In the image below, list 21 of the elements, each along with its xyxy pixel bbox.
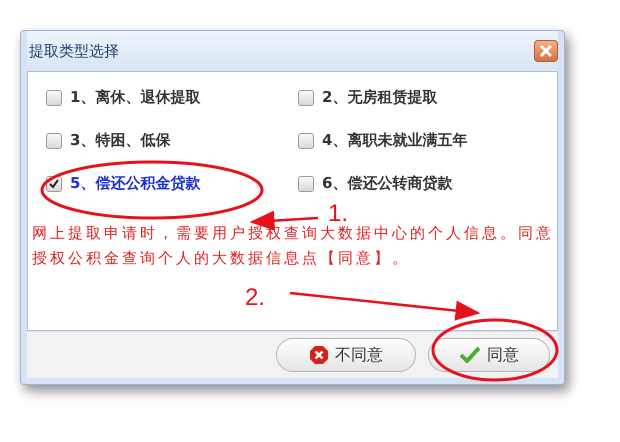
close-button[interactable] [534,40,558,62]
window-title: 提取类型选择 [28,42,119,60]
checkbox[interactable] [298,90,314,106]
option-label[interactable]: 1、离休、退休提取 [70,88,200,107]
step-number: 1. [328,200,348,227]
disagree-button[interactable]: 不同意 [276,338,416,372]
checkbox[interactable] [298,132,314,148]
close-icon [309,345,329,365]
option-label[interactable]: 6、偿还公转商贷款 [322,174,452,193]
step-number: 2. [245,284,266,312]
close-icon [539,44,553,58]
check-icon [48,178,60,190]
option-label[interactable]: 3、特困、低保 [70,131,170,150]
agree-button[interactable]: 同意 [428,338,550,372]
checkbox[interactable] [298,176,314,192]
check-icon [459,346,481,364]
option-label[interactable]: 2、无房租赁提取 [322,88,438,107]
checkbox[interactable] [46,132,62,148]
checkbox[interactable] [46,90,62,106]
option-label[interactable]: 4、离职未就业满五年 [322,131,468,150]
option-label[interactable]: 5、偿还公积金贷款 [70,174,200,193]
